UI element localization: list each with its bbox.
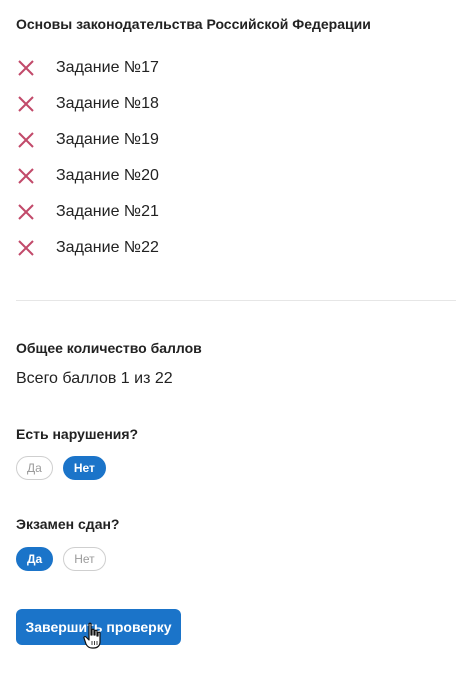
list-item: Задание №18 <box>16 86 436 122</box>
list-item: Задание №19 <box>16 122 436 158</box>
total-score-text: Всего баллов 1 из 22 <box>16 370 173 387</box>
task-label: Задание №21 <box>56 203 159 220</box>
exam-passed-toggle: Да Нет <box>16 547 106 571</box>
divider <box>16 300 456 301</box>
x-icon <box>18 96 34 112</box>
list-item: Задание №22 <box>16 230 436 266</box>
x-icon <box>18 60 34 76</box>
task-label: Задание №22 <box>56 239 159 256</box>
violations-toggle: Да Нет <box>16 456 106 480</box>
exam-passed-yes-button[interactable]: Да <box>16 547 54 571</box>
task-label: Задание №20 <box>56 167 159 184</box>
total-score-title: Общее количество баллов <box>16 340 202 356</box>
list-item: Задание №21 <box>16 194 436 230</box>
violations-no-button[interactable]: Нет <box>62 456 106 480</box>
x-icon <box>18 204 34 220</box>
task-list: Задание №17 Задание №18 Задание №19 Зада… <box>16 50 436 266</box>
exam-passed-no-button[interactable]: Нет <box>63 547 106 571</box>
list-item: Задание №20 <box>16 158 436 194</box>
exam-passed-question: Экзамен сдан? <box>16 516 120 532</box>
task-label: Задание №18 <box>56 95 159 112</box>
x-icon <box>18 240 34 256</box>
task-label: Задание №19 <box>56 131 159 148</box>
list-item: Задание №17 <box>16 50 436 86</box>
x-icon <box>18 132 34 148</box>
violations-yes-button[interactable]: Да <box>16 456 53 480</box>
hand-cursor-icon <box>83 622 101 649</box>
violations-question: Есть нарушения? <box>16 426 139 442</box>
section-title: Основы законодательства Российской Федер… <box>16 16 371 32</box>
x-icon <box>18 168 34 184</box>
task-label: Задание №17 <box>56 59 159 76</box>
